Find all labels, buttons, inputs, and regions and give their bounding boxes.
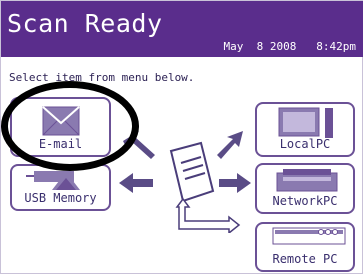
arrow-up-right-icon bbox=[217, 131, 243, 159]
arrow-up-left-icon bbox=[123, 131, 155, 159]
remote-pc-button[interactable]: Remote PC bbox=[255, 222, 355, 272]
instruction-text: Select item from menu below. bbox=[9, 71, 195, 84]
remote-pc-icon bbox=[272, 227, 346, 245]
bent-arrow-icon bbox=[175, 197, 241, 233]
document-arrows-graphic bbox=[119, 131, 251, 233]
arrow-right-icon bbox=[219, 173, 251, 193]
date-time: May 8 2008 8:42pm bbox=[223, 40, 356, 53]
email-button[interactable]: E-mail bbox=[10, 97, 111, 157]
email-label: E-mail bbox=[38, 137, 83, 151]
screen-title: Scan Ready bbox=[7, 9, 163, 38]
local-pc-icon bbox=[278, 107, 333, 138]
title-bar: Scan Ready May 8 2008 8:42pm bbox=[1, 1, 363, 57]
remote-pc-label: Remote PC bbox=[272, 252, 338, 266]
local-pc-button[interactable]: LocalPC bbox=[255, 102, 355, 157]
envelope-icon bbox=[42, 106, 80, 136]
scan-ready-screen: Scan Ready May 8 2008 8:42pm Select item… bbox=[0, 0, 363, 274]
network-pc-icon bbox=[276, 169, 338, 192]
network-pc-button[interactable]: NetworkPC bbox=[255, 163, 355, 214]
usb-memory-button[interactable]: USB Memory bbox=[10, 164, 111, 211]
arrow-left-icon bbox=[119, 173, 153, 193]
document-icon bbox=[169, 141, 215, 203]
usb-memory-label: USB Memory bbox=[24, 191, 97, 205]
local-pc-label: LocalPC bbox=[279, 137, 331, 151]
network-pc-label: NetworkPC bbox=[272, 194, 338, 208]
